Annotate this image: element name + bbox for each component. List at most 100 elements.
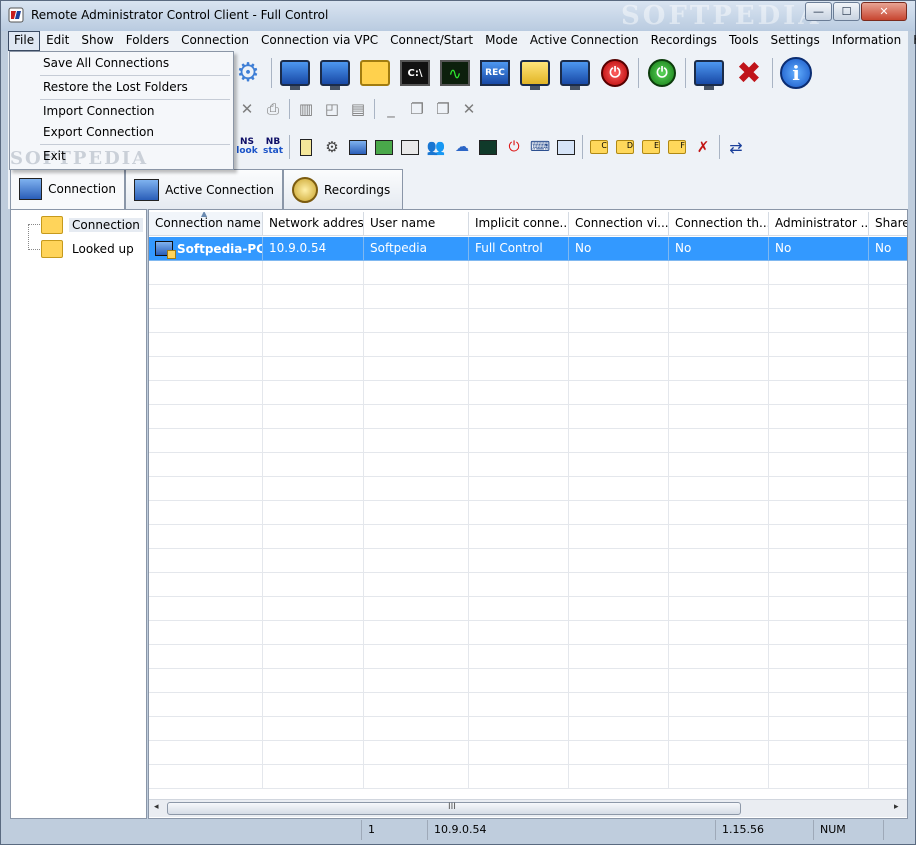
- restore-all-button[interactable]: ❐: [430, 96, 456, 122]
- services-button[interactable]: ⚙: [319, 134, 345, 160]
- performance-monitor-button[interactable]: ∿: [435, 54, 475, 92]
- devices-button[interactable]: [397, 134, 423, 160]
- drive-e-button[interactable]: E: [638, 134, 664, 160]
- menu-tools[interactable]: Tools: [723, 31, 765, 51]
- menu-active-connection[interactable]: Active Connection: [524, 31, 645, 51]
- table-row[interactable]: [149, 693, 907, 717]
- send-message-button[interactable]: [515, 54, 555, 92]
- minimize-button[interactable]: —: [805, 2, 832, 21]
- table-row[interactable]: [149, 309, 907, 333]
- tree-item-looked-up[interactable]: Looked up: [41, 238, 137, 260]
- table-row[interactable]: [149, 405, 907, 429]
- nslookup-button[interactable]: NS look: [234, 134, 260, 160]
- column-implicit-connection[interactable]: Implicit conne...: [469, 212, 569, 236]
- table-row[interactable]: Softpedia-PC 10.9.0.54 Softpedia Full Contr…: [149, 237, 907, 261]
- menu-recordings[interactable]: Recordings: [645, 31, 723, 51]
- remote-cd-button[interactable]: [689, 54, 729, 92]
- menu-connect-start[interactable]: Connect/Start: [384, 31, 479, 51]
- tree-item-connection[interactable]: Connection: [41, 214, 143, 236]
- tile-vertical-button[interactable]: ▥: [293, 96, 319, 122]
- file-transfer-button[interactable]: [355, 54, 395, 92]
- tab-connection[interactable]: Connection: [10, 167, 125, 209]
- table-row[interactable]: [149, 645, 907, 669]
- menu-help[interactable]: Help: [907, 31, 916, 51]
- menu-connection-via-vpc[interactable]: Connection via VPC: [255, 31, 384, 51]
- menu-restore-lost-folders[interactable]: Restore the Lost Folders: [13, 77, 230, 97]
- menu-connection[interactable]: Connection: [175, 31, 255, 51]
- table-row[interactable]: [149, 477, 907, 501]
- table-row[interactable]: [149, 573, 907, 597]
- menu-import-connection[interactable]: Import Connection: [13, 101, 230, 121]
- table-row[interactable]: [149, 621, 907, 645]
- drive-d-button[interactable]: D: [612, 134, 638, 160]
- cascade-button[interactable]: ◰: [319, 96, 345, 122]
- menu-information[interactable]: Information: [826, 31, 907, 51]
- table-row[interactable]: [149, 285, 907, 309]
- column-connection-via[interactable]: Connection vi...: [569, 212, 669, 236]
- table-row[interactable]: [149, 333, 907, 357]
- nbstat-button[interactable]: NB stat: [260, 134, 286, 160]
- telnet-button[interactable]: C:\: [395, 54, 435, 92]
- power-options-button[interactable]: ⏻: [501, 134, 527, 160]
- table-row[interactable]: [149, 261, 907, 285]
- menu-folders[interactable]: Folders: [120, 31, 175, 51]
- scroll-right-arrow-icon[interactable]: ▸: [894, 802, 899, 812]
- minimize-child-button[interactable]: _: [378, 96, 404, 122]
- table-row[interactable]: [149, 717, 907, 741]
- table-row[interactable]: [149, 453, 907, 477]
- drive-f-button[interactable]: F: [664, 134, 690, 160]
- close-window-button[interactable]: ✕: [234, 96, 260, 122]
- view-only-button[interactable]: [315, 54, 355, 92]
- column-share[interactable]: Share: [869, 212, 907, 236]
- computer-info-button[interactable]: [345, 134, 371, 160]
- horizontal-scrollbar[interactable]: ◂ III ▸: [149, 799, 907, 817]
- task-manager-button[interactable]: [293, 134, 319, 160]
- tab-active-connection[interactable]: Active Connection: [125, 169, 283, 209]
- terminal-button[interactable]: [475, 134, 501, 160]
- table-row[interactable]: [149, 765, 907, 789]
- full-control-button[interactable]: [275, 54, 315, 92]
- table-row[interactable]: [149, 741, 907, 765]
- chat-button[interactable]: [555, 54, 595, 92]
- information-button[interactable]: i: [776, 54, 816, 92]
- scroll-thumb[interactable]: III: [167, 802, 741, 815]
- close-child-button[interactable]: ✕: [456, 96, 482, 122]
- tab-recordings[interactable]: Recordings: [283, 169, 403, 209]
- column-administrator[interactable]: Administrator ...: [769, 212, 869, 236]
- menu-edit[interactable]: Edit: [40, 31, 75, 51]
- close-button[interactable]: ✕: [861, 2, 907, 21]
- shares-button[interactable]: [553, 134, 579, 160]
- menu-file[interactable]: File: [8, 31, 41, 51]
- menu-show[interactable]: Show: [75, 31, 119, 51]
- network-button[interactable]: ☁: [449, 134, 475, 160]
- settings-gear-button[interactable]: ⚙: [228, 54, 268, 92]
- delete-folder-button[interactable]: ✗: [690, 134, 716, 160]
- table-row[interactable]: [149, 357, 907, 381]
- menu-exit[interactable]: Exit: [13, 146, 230, 166]
- maximize-button[interactable]: ☐: [833, 2, 860, 21]
- scroll-left-arrow-icon[interactable]: ◂: [154, 802, 159, 812]
- column-connection-name[interactable]: ▲ Connection name: [149, 212, 263, 236]
- column-connection-through[interactable]: Connection th...: [669, 212, 769, 236]
- registry-button[interactable]: [371, 134, 397, 160]
- switch-connection-button[interactable]: ⇄: [723, 134, 749, 160]
- title-bar[interactable]: Remote Administrator Control Client - Fu…: [1, 1, 915, 31]
- users-button[interactable]: 👥: [423, 134, 449, 160]
- wake-on-lan-button[interactable]: ⏻: [642, 54, 682, 92]
- table-row[interactable]: [149, 429, 907, 453]
- menu-export-connection[interactable]: Export Connection: [13, 122, 230, 142]
- table-row[interactable]: [149, 501, 907, 525]
- menu-save-all-connections[interactable]: Save All Connections: [13, 53, 230, 73]
- table-row[interactable]: [149, 525, 907, 549]
- table-row[interactable]: [149, 549, 907, 573]
- drive-c-button[interactable]: C: [586, 134, 612, 160]
- menu-mode[interactable]: Mode: [479, 31, 524, 51]
- disconnect-button[interactable]: ✖: [729, 54, 769, 92]
- column-user-name[interactable]: User name: [364, 212, 469, 236]
- shutdown-button[interactable]: ⏻: [595, 54, 635, 92]
- column-network-address[interactable]: Network address: [263, 212, 364, 236]
- restore-child-button[interactable]: ❐: [404, 96, 430, 122]
- table-row[interactable]: [149, 669, 907, 693]
- print-button[interactable]: ⎙: [260, 96, 286, 122]
- table-row[interactable]: [149, 381, 907, 405]
